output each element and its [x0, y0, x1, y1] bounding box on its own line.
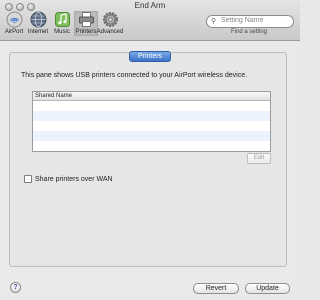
help-button[interactable]: ?: [10, 282, 21, 293]
edit-button[interactable]: Edit: [247, 153, 271, 164]
printer-icon: [78, 11, 95, 28]
search-field[interactable]: ⚲ Setting Name: [206, 15, 294, 28]
music-icon: [54, 11, 71, 28]
table-row: [33, 141, 270, 151]
table-row: [33, 111, 270, 121]
toolbar-item-label: Advanced: [96, 29, 124, 35]
toolbar-item-label: Music: [54, 29, 70, 35]
table-row: [33, 131, 270, 141]
printers-table[interactable]: Shared Name: [32, 91, 271, 152]
toolbar-item-airport[interactable]: AirPort: [2, 11, 26, 36]
update-button[interactable]: Update: [245, 283, 290, 294]
search-icon: ⚲: [211, 18, 217, 25]
column-header-shared-name[interactable]: Shared Name: [33, 92, 270, 101]
toolbar-item-label: AirPort: [4, 29, 24, 35]
window-title: End Arm: [134, 1, 166, 10]
toolbar-item-label: Printers: [75, 29, 97, 35]
table-row: [33, 101, 270, 111]
toolbar-item-internet[interactable]: Internet: [26, 11, 50, 36]
airport-icon: [6, 11, 23, 28]
toolbar-item-music[interactable]: Music: [50, 11, 74, 36]
globe-icon: [30, 11, 47, 28]
toolbar: AirPort Internet Music Printers Advanced: [2, 11, 124, 36]
title-bar: End Arm AirPort Internet Music Printers …: [0, 0, 300, 41]
tab-bar: Printers: [0, 45, 300, 63]
table-row: [33, 121, 270, 131]
toolbar-item-printers[interactable]: Printers: [74, 11, 98, 36]
search-hint: Find a setting: [231, 29, 268, 35]
search-placeholder: Setting Name: [221, 17, 264, 24]
tab-printers[interactable]: Printers: [128, 51, 172, 62]
share-printers-option[interactable]: Share printers over WAN: [24, 175, 113, 183]
toolbar-item-label: Internet: [27, 29, 49, 35]
share-printers-label: Share printers over WAN: [35, 175, 113, 183]
pane-description: This pane shows USB printers connected t…: [21, 72, 248, 79]
settings-window: End Arm AirPort Internet Music Printers …: [0, 0, 300, 300]
printers-panel: [9, 52, 287, 267]
revert-button[interactable]: Revert: [193, 283, 239, 294]
toolbar-item-advanced[interactable]: Advanced: [96, 11, 124, 36]
share-printers-checkbox[interactable]: [24, 175, 32, 183]
gear-icon: [102, 11, 119, 28]
